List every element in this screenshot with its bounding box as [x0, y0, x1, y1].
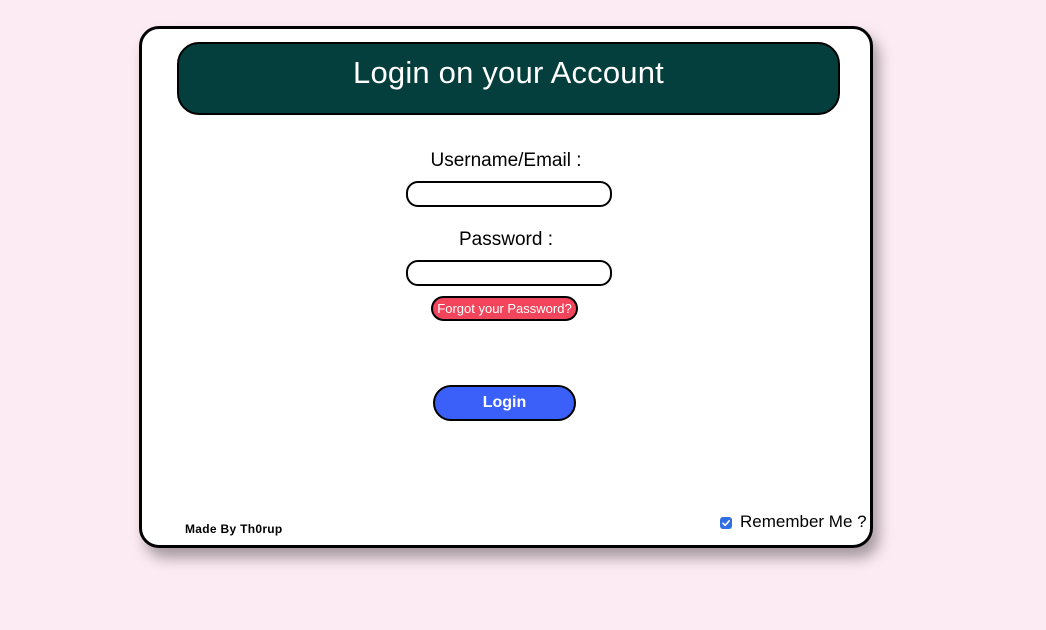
header-bar: Login on your Account — [177, 42, 840, 115]
username-input[interactable] — [406, 181, 612, 207]
username-label: Username/Email : — [430, 150, 582, 171]
remember-me-label: Remember Me ? — [740, 512, 867, 531]
forgot-password-label: Forgot your Password? — [437, 301, 572, 316]
password-input[interactable] — [406, 260, 612, 286]
remember-me[interactable]: Remember Me ? — [720, 512, 867, 532]
login-card: Login on your Account Username/Email : P… — [139, 26, 873, 548]
login-button[interactable]: Login — [433, 385, 576, 421]
password-label: Password : — [459, 229, 553, 250]
page-title: Login on your Account — [353, 55, 664, 90]
credit-text: Made By Th0rup — [185, 522, 283, 536]
login-button-label: Login — [482, 394, 527, 411]
remember-me-checkbox[interactable] — [720, 517, 732, 529]
checkmark-icon — [722, 520, 730, 527]
forgot-password-button[interactable]: Forgot your Password? — [431, 296, 578, 321]
